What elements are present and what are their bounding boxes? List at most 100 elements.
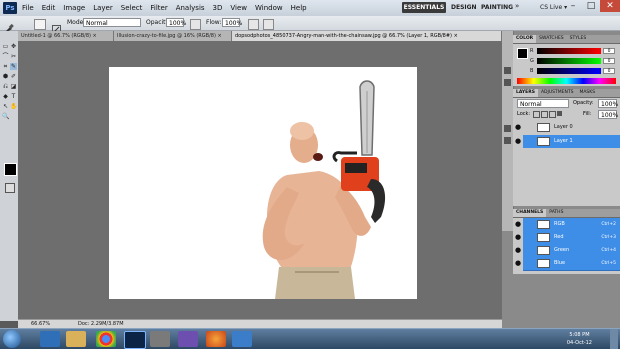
lasso-tool-icon[interactable]: ⌒ [2,53,9,60]
hand-tool-icon[interactable]: ✋ [10,103,17,110]
tab-styles[interactable]: STYLES [567,35,590,43]
menu-window[interactable]: Window [255,2,283,14]
eye-icon[interactable]: ● [514,218,522,231]
history-brush-tool-icon[interactable]: ⎌ [2,83,9,90]
color-spectrum-ramp[interactable] [517,78,616,84]
opacity-pressure-toggle[interactable] [190,19,201,30]
brush-panel-icon[interactable] [52,19,61,34]
foreground-color-swatch[interactable] [4,163,17,176]
menu-select[interactable]: Select [121,2,143,14]
blend-mode-select[interactable]: Normal [517,99,569,108]
slice-tool-icon[interactable]: ⌗ [2,63,9,70]
tab-untitled-1[interactable]: Untitled-1 @ 66.7% (RGB/8) × [18,31,114,41]
menu-image[interactable]: Image [63,2,85,14]
close-button[interactable]: ✕ [600,0,620,12]
type-tool-icon[interactable]: T [10,93,17,100]
brush-tool-icon[interactable]: ✎ [10,63,17,70]
brush-picker-button[interactable] [34,19,46,30]
stamp-tool-icon[interactable]: ⬢ [2,73,9,80]
lock-position-icon[interactable] [549,111,556,118]
b-value-field[interactable]: 0 [603,68,615,74]
system-clock[interactable]: 5:08 PM 04-Oct-12 [567,331,592,347]
explorer-folder-icon[interactable] [66,331,86,347]
layer-row[interactable]: ● Layer 0 [515,121,620,134]
tab-layers[interactable]: LAYERS [513,89,538,97]
tab-illusion-crazy[interactable]: Illusion-crazy-to-file.jpg @ 16% (RGB/8)… [114,31,232,41]
color-foreground-swatch[interactable] [517,48,528,59]
menu-help[interactable]: Help [291,2,307,14]
marquee-tool-icon[interactable]: ▭ [2,43,9,50]
chrome-icon[interactable] [96,331,116,347]
channel-row-green[interactable]: ● Green Ctrl+4 [515,244,620,258]
minimize-button[interactable]: – [564,0,582,12]
layers-panel-tabs: LAYERS ADJUSTMENTS MASKS [513,89,620,98]
crop-tool-icon[interactable]: ✂ [10,53,17,60]
quick-mask-icon[interactable] [5,183,15,193]
pencil-tool-icon[interactable]: ✐ [10,73,17,80]
lock-pixels-icon[interactable] [541,111,548,118]
firefox-icon[interactable] [206,331,226,347]
menu-layer[interactable]: Layer [93,2,113,14]
channel-row-rgb[interactable]: ● RGB Ctrl+2 [515,218,620,232]
tab-masks[interactable]: MASKS [576,89,598,97]
eye-icon[interactable]: ● [514,244,522,257]
fill-field[interactable]: 100% [598,110,618,119]
eye-icon[interactable]: ● [514,121,522,134]
workspace-essentials-button[interactable]: ESSENTIALS [402,2,446,13]
menu-3d[interactable]: 3D [213,2,223,14]
brush-tool-preset-icon[interactable] [4,18,14,32]
r-slider[interactable] [537,48,601,54]
workspace-more-button[interactable]: » [515,2,519,10]
tab-adjustments[interactable]: ADJUSTMENTS [538,89,576,97]
layer-opacity-field[interactable]: 100% [598,99,618,108]
tab-chainsaw-photo[interactable]: dopsodphotos_4850737-Angry-man-with-the-… [232,31,502,41]
tab-paths[interactable]: PATHS [546,209,566,217]
menu-file[interactable]: File [22,2,34,14]
menu-edit[interactable]: Edit [42,2,56,14]
g-value-field[interactable]: 0 [603,58,615,64]
menu-view[interactable]: View [230,2,247,14]
selection-tool-icon[interactable]: ↖ [2,103,9,110]
opacity-field[interactable]: 100% [166,18,186,27]
r-value-field[interactable]: 0 [603,48,615,54]
start-button[interactable] [3,330,21,348]
size-pressure-toggle-icon[interactable] [263,19,274,30]
lock-transparency-icon[interactable] [533,111,540,118]
maximize-button[interactable]: □ [582,0,600,12]
airbrush-toggle-icon[interactable] [248,19,259,30]
move-tool-icon[interactable]: ✥ [10,43,17,50]
b-slider[interactable] [537,68,601,74]
tab-swatches[interactable]: SWATCHES [536,35,567,43]
history-panel-icon[interactable] [504,67,511,74]
app-icon-2[interactable] [232,331,252,347]
menu-filter[interactable]: Filter [150,2,167,14]
paragraph-panel-icon[interactable] [504,137,511,144]
eye-icon[interactable]: ● [514,231,522,244]
flow-field[interactable]: 100% [222,18,242,27]
channel-row-blue[interactable]: ● Blue Ctrl+5 [515,257,620,271]
lock-all-icon[interactable] [557,111,562,116]
g-slider[interactable] [537,58,601,64]
eye-icon[interactable]: ● [514,135,522,148]
zoom-tool-icon[interactable]: 🔍 [2,113,9,120]
channel-row-red[interactable]: ● Red Ctrl+3 [515,231,620,245]
tab-channels[interactable]: CHANNELS [513,209,547,217]
tab-color[interactable]: COLOR [513,35,537,43]
layer-row-selected[interactable]: ● Layer 1 [515,135,620,148]
show-desktop-button[interactable] [610,329,618,349]
workspace-design-button[interactable]: DESIGN [451,2,477,13]
ie-icon[interactable] [40,331,60,347]
mode-select[interactable]: Normal [83,18,141,27]
eraser-tool-icon[interactable]: ◪ [10,83,17,90]
menu-analysis[interactable]: Analysis [176,2,205,14]
app-icon[interactable] [178,331,198,347]
gradient-tool-icon[interactable]: ◆ [2,93,9,100]
document-canvas[interactable] [109,67,417,299]
character-panel-icon[interactable] [504,125,511,132]
fill-label: Fill: [583,111,592,117]
actions-panel-icon[interactable] [504,79,511,86]
media-app-icon[interactable] [150,331,170,347]
workspace-painting-button[interactable]: PAINTING [481,2,513,13]
photoshop-taskbar-icon[interactable] [124,331,146,349]
eye-icon[interactable]: ● [514,257,522,270]
